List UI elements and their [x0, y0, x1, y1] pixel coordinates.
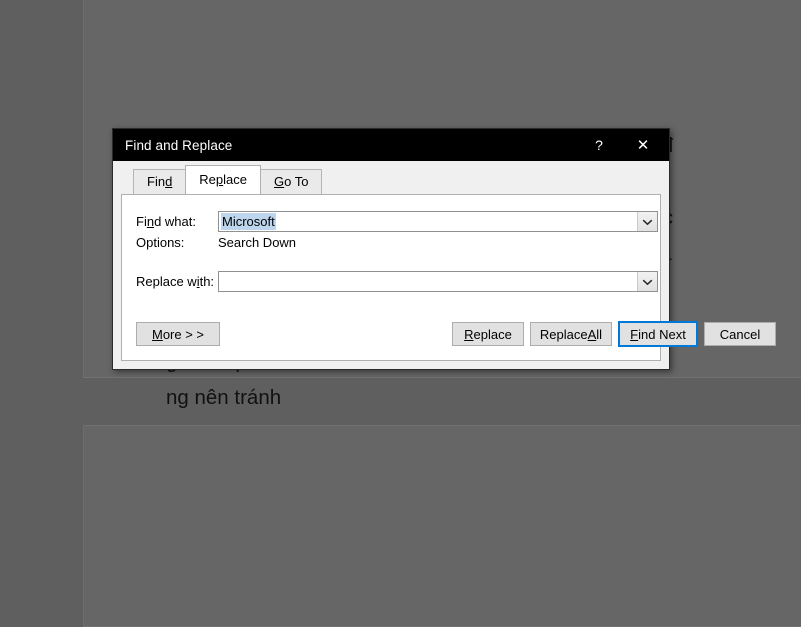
- options-row: Options: Search Down: [136, 235, 296, 250]
- close-icon[interactable]: ✕: [625, 129, 661, 161]
- replace-all-button[interactable]: Replace All: [530, 322, 612, 346]
- find-next-button[interactable]: Find Next: [618, 321, 698, 347]
- tab-find[interactable]: Find: [133, 169, 186, 195]
- options-label: Options:: [136, 235, 218, 250]
- options-value: Search Down: [218, 235, 296, 250]
- document-line: ng nên tránh: [166, 380, 801, 416]
- replace-button[interactable]: Replace: [452, 322, 524, 346]
- replace-tab-panel: Find what: Microsoft Options: Search Dow…: [121, 194, 661, 361]
- document-page-2: [83, 425, 801, 627]
- dialog-tabstrip: Find Replace Go To: [121, 167, 661, 194]
- find-and-replace-dialog: Find and Replace ? ✕ Find Replace Go To …: [112, 128, 670, 370]
- dialog-title: Find and Replace: [125, 138, 232, 153]
- find-what-value: Microsoft: [221, 213, 276, 230]
- dialog-body: Find Replace Go To Find what: Microsoft …: [113, 161, 669, 369]
- help-icon[interactable]: ?: [581, 129, 617, 161]
- replace-with-input[interactable]: [219, 272, 637, 291]
- tab-go-to[interactable]: Go To: [260, 169, 322, 195]
- replace-with-combobox[interactable]: [218, 271, 658, 292]
- cancel-button[interactable]: Cancel: [704, 322, 776, 346]
- tab-replace[interactable]: Replace: [185, 165, 261, 194]
- find-what-row: Find what: Microsoft: [136, 211, 658, 232]
- chevron-down-icon[interactable]: [637, 212, 657, 231]
- replace-with-label: Replace with:: [136, 274, 218, 289]
- replace-with-row: Replace with:: [136, 271, 658, 292]
- dialog-button-row: More > > Replace Replace All Find Next C…: [122, 322, 660, 348]
- find-what-combobox[interactable]: Microsoft: [218, 211, 658, 232]
- chevron-down-icon[interactable]: [637, 272, 657, 291]
- find-what-input[interactable]: Microsoft: [219, 212, 637, 231]
- dialog-titlebar[interactable]: Find and Replace ? ✕: [113, 129, 669, 161]
- more-button[interactable]: More > >: [136, 322, 220, 346]
- find-what-label: Find what:: [136, 214, 218, 229]
